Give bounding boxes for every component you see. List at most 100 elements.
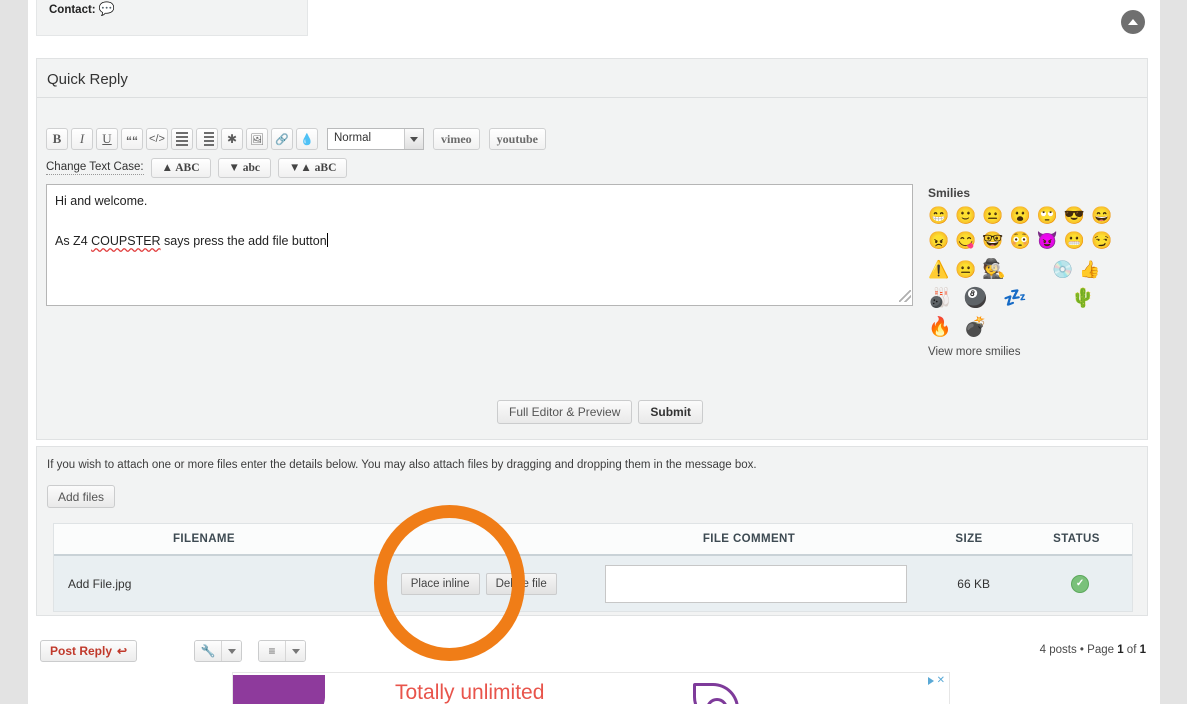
asterisk-button[interactable]: ✱ — [221, 128, 243, 150]
file-comment-input[interactable] — [604, 564, 907, 603]
ordered-list-button[interactable] — [196, 128, 218, 150]
attachments-table-header: FILENAME FILE COMMENT SIZE STATUS — [54, 524, 1132, 556]
chevron-down-icon[interactable] — [221, 641, 241, 661]
togglecase-button[interactable]: ▼▲ aBC — [278, 158, 348, 178]
page-total: 1 — [1139, 644, 1146, 656]
smiley-icon[interactable]: 💿 — [1052, 260, 1073, 280]
smiley-icon[interactable]: 🎳 — [928, 289, 952, 309]
unordered-list-button[interactable] — [171, 128, 193, 150]
page-info: 4 posts • Page 1 of 1 — [1040, 644, 1146, 656]
quick-reply-title: Quick Reply — [37, 59, 1147, 98]
view-more-smilies-link[interactable]: View more smilies — [928, 346, 1128, 358]
smiley-icon[interactable]: 🙂 — [955, 206, 976, 226]
smiley-icon[interactable]: 🕵️ — [982, 260, 1006, 280]
green-check-icon: ✓ — [1071, 574, 1090, 593]
attachment-status: ✓ — [1028, 574, 1132, 593]
scroll-to-top-button[interactable] — [1121, 10, 1145, 34]
list-bullets-icon — [176, 132, 188, 146]
add-files-button[interactable]: Add files — [47, 485, 116, 508]
smiley-icon[interactable]: 😬 — [1064, 231, 1085, 251]
insert-image-button[interactable]: 🖼 — [246, 128, 268, 150]
attachments-panel: If you wish to attach one or more files … — [36, 446, 1148, 616]
message-line2-pre: As Z4 — [55, 234, 92, 248]
advertisement-banner[interactable]: Totally unlimited ✕ — [232, 672, 950, 704]
smiley-icon[interactable]: 💤 — [1003, 289, 1027, 309]
post-header-strip: Location: Bridgend South Wales Contact: … — [36, 0, 1148, 46]
smiley-icon[interactable]: 😄 — [1091, 206, 1112, 226]
text-case-row: Change Text Case: ▲ ABC ▼ abc ▼▲ aBC — [46, 158, 348, 178]
reply-arrow-icon: ↩ — [117, 644, 128, 658]
profile-contact-label: Contact: — [49, 4, 96, 16]
post-reply-label: Post Reply — [50, 644, 113, 658]
bold-button[interactable]: B — [46, 128, 68, 150]
smiley-icon[interactable]: 😠 — [928, 231, 949, 251]
text-caret — [326, 233, 328, 247]
smiley-icon[interactable]: 😏 — [1091, 231, 1112, 251]
italic-button[interactable]: I — [71, 128, 93, 150]
submit-button[interactable]: Submit — [638, 400, 704, 424]
column-header-filename: FILENAME — [173, 533, 235, 545]
underline-button[interactable]: U — [96, 128, 118, 150]
textarea-resize-handle[interactable] — [899, 290, 911, 302]
smiley-icon[interactable]: 🎱 — [964, 289, 988, 309]
attachment-comment-cell — [593, 564, 920, 603]
place-inline-button[interactable]: Place inline — [400, 572, 480, 595]
smiley-icon[interactable]: 😎 — [1064, 206, 1085, 226]
smilies-title: Smilies — [928, 186, 971, 200]
quote-button[interactable]: ““ — [121, 128, 143, 150]
table-row: Add File.jpg Place inline Delete file 66… — [54, 556, 1132, 611]
page-info-middle: of — [1123, 644, 1140, 656]
column-header-size: SIZE — [955, 533, 983, 545]
chevron-down-icon[interactable] — [285, 641, 305, 661]
smiley-icon[interactable]: 😳 — [1010, 231, 1031, 251]
youtube-button[interactable]: youtube — [488, 128, 546, 150]
smilies-row: ⚠️ 😐 🕵️ 💿 👍 — [928, 260, 1128, 280]
smiley-icon[interactable]: 😐 — [982, 206, 1003, 226]
attachments-note: If you wish to attach one or more files … — [47, 459, 757, 471]
insert-link-button[interactable]: 🔗 — [271, 128, 293, 150]
smiley-icon[interactable]: 👍 — [1079, 260, 1100, 280]
topic-tools-split-button[interactable]: 🔧 — [194, 640, 242, 662]
font-size-select[interactable]: Normal — [327, 128, 424, 150]
message-line2-post: says press the add file button — [160, 234, 327, 248]
smiley-icon[interactable]: ⚠️ — [928, 260, 949, 280]
column-header-file-comment: FILE COMMENT — [702, 533, 796, 545]
ad-decorative-shape — [233, 675, 325, 704]
smilies-panel: Smilies 😁 🙂 😐 😮 🙄 😎 😄 😠 😋 🤓 😳 😈 😬 😏 ⚠️ 😐… — [928, 186, 1128, 358]
vimeo-button[interactable]: vimeo — [433, 128, 480, 150]
smiley-icon[interactable]: 💣 — [964, 318, 988, 338]
message-textarea[interactable]: Hi and welcome. As Z4 COUPSTER says pres… — [46, 184, 913, 306]
message-line-1: Hi and welcome. — [55, 194, 148, 208]
code-button[interactable]: </> — [146, 128, 168, 150]
ad-close-icon[interactable]: ✕ — [937, 675, 945, 686]
smiley-icon[interactable]: 😋 — [955, 231, 976, 251]
full-editor-preview-button[interactable]: Full Editor & Preview — [497, 400, 633, 424]
attachment-actions: Place inline Delete file — [365, 572, 593, 595]
smiley-icon[interactable]: 🌵 — [1071, 289, 1095, 309]
message-misspelled-word: COUPSTER — [91, 234, 161, 248]
smiley-icon[interactable]: 🔥 — [928, 318, 952, 338]
lowercase-button[interactable]: ▼ abc — [217, 158, 272, 178]
text-case-label: Change Text Case: — [46, 161, 144, 175]
sort-split-button[interactable]: ≡ — [258, 640, 306, 662]
delete-file-button[interactable]: Delete file — [485, 572, 557, 595]
attachment-size: 66 KB — [957, 576, 990, 591]
wrench-icon: 🔧 — [195, 641, 221, 661]
smilies-row: 🔥 💣 — [928, 318, 1128, 338]
smiley-icon[interactable]: 🙄 — [1037, 206, 1058, 226]
attachment-filename: Add File.jpg — [68, 576, 132, 591]
smiley-icon[interactable]: 🤓 — [982, 231, 1003, 251]
speech-bubble-icon[interactable]: 💬 — [99, 1, 115, 16]
message-line-2: As Z4 COUPSTER says press the add file b… — [55, 231, 904, 251]
smiley-icon[interactable]: 😐 — [955, 260, 976, 280]
ad-close-controls[interactable]: ✕ — [927, 675, 945, 686]
adchoices-triangle-icon[interactable] — [927, 676, 934, 685]
post-reply-button[interactable]: Post Reply ↩ — [40, 640, 138, 662]
smiley-icon[interactable]: 😈 — [1037, 231, 1058, 251]
font-color-button[interactable]: 💧 — [296, 128, 318, 150]
smilies-row: 🎳 🎱 💤 🌵 — [928, 289, 1128, 309]
uppercase-button[interactable]: ▲ ABC — [150, 158, 211, 178]
smiley-icon[interactable]: 😁 — [928, 206, 949, 226]
smiley-icon[interactable]: 😮 — [1010, 206, 1031, 226]
